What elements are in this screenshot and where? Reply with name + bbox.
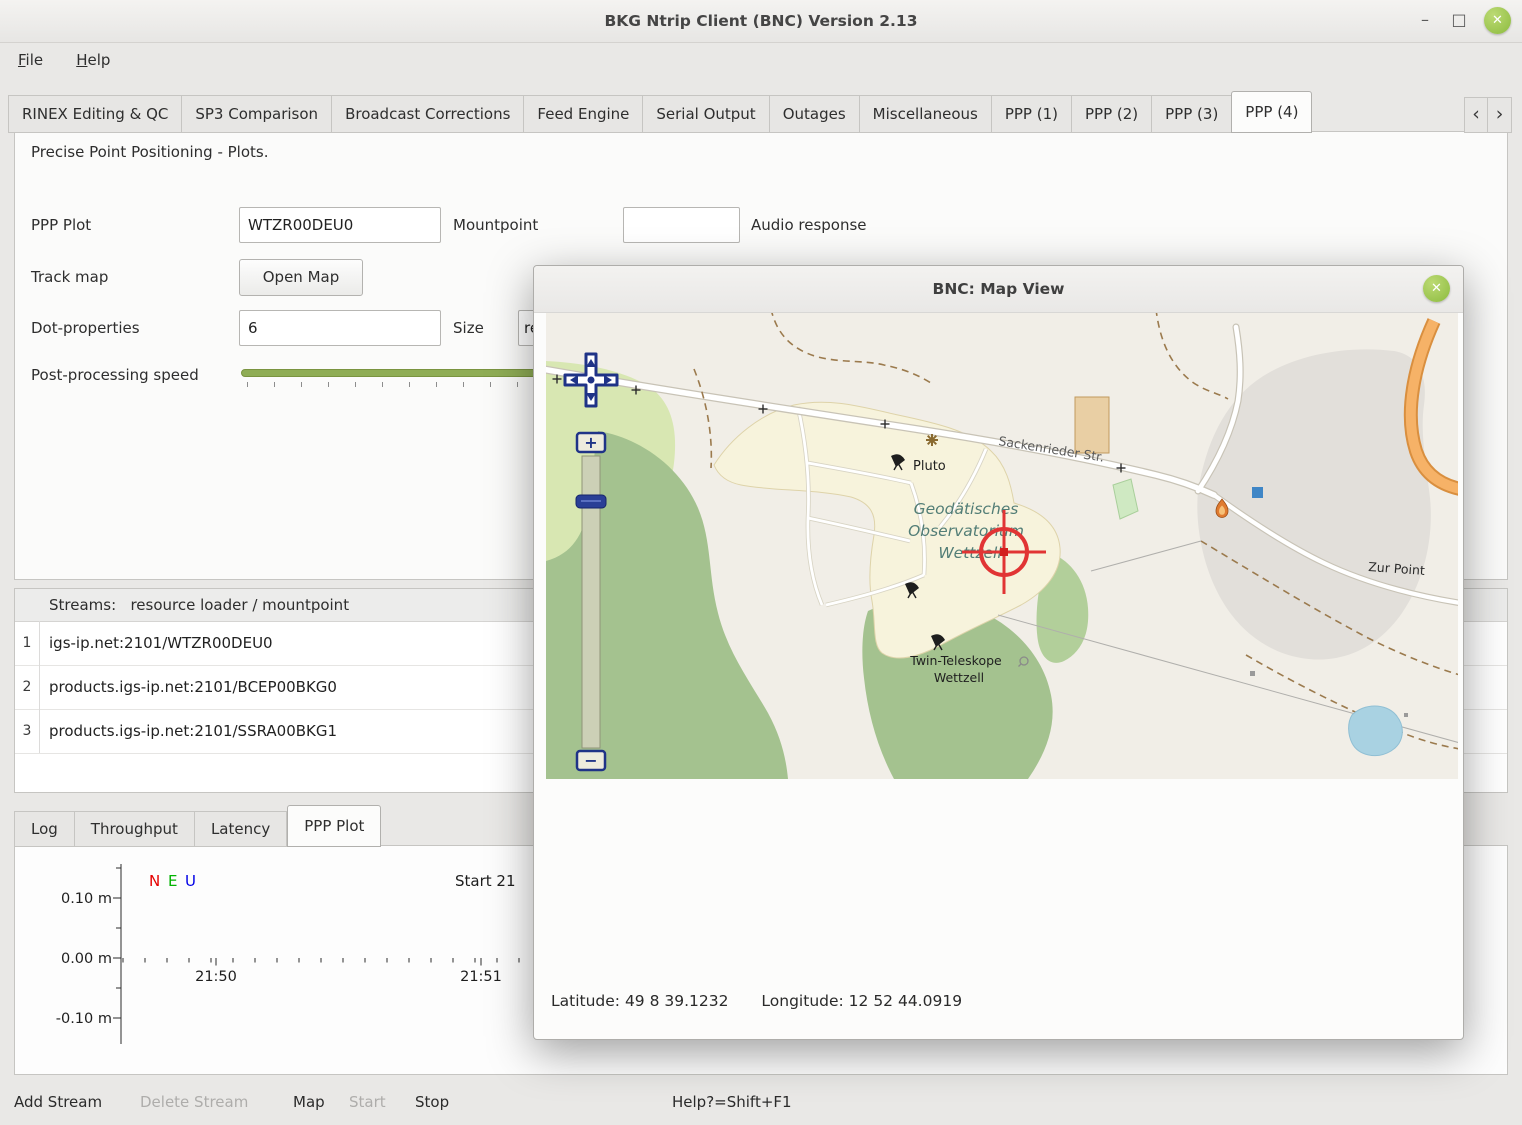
longitude-value: Longitude: 12 52 44.0919 [761,992,962,1010]
menu-item-help[interactable]: Help [62,42,124,78]
bnc-application-window: BKG Ntrip Client (BNC) Version 2.13 – □ … [0,0,1522,1125]
y-tick-label: 0.10 m [61,891,112,907]
y-tick-label: -0.10 m [56,1011,112,1027]
ppp-plot-label: PPP Plot [31,207,91,243]
tab-latency[interactable]: Latency [195,811,287,847]
x-tick-label: 21:51 [460,969,502,985]
mountpoint-label: Mountpoint [453,207,538,243]
stop-button[interactable]: Stop [415,1082,449,1122]
zoom-in-label: + [584,433,597,452]
audio-response-label: Audio response [751,207,867,243]
add-stream-button[interactable]: Add Stream [14,1082,102,1122]
tab-scroll-right[interactable]: › [1488,97,1512,133]
map-button[interactable]: Map [293,1082,325,1122]
legend-n: N [149,872,160,890]
window-titlebar[interactable]: BKG Ntrip Client (BNC) Version 2.13 – □ … [0,0,1522,43]
row-number: 2 [15,665,40,709]
dialog-close-button[interactable]: ✕ [1423,275,1450,302]
window-title: BKG Ntrip Client (BNC) Version 2.13 [0,0,1522,42]
stream-url: products.igs-ip.net:2101/BCEP00BKG0 [49,665,337,709]
menu-item-file[interactable]: File [4,42,57,78]
mountpoint-input[interactable] [623,207,740,243]
map-view-dialog: BNC: Map View ✕ [533,265,1464,1040]
main-tab-bar: RINEX Editing & QC SP3 Comparison Broadc… [8,93,1312,133]
tab-sp3-comparison[interactable]: SP3 Comparison [182,95,332,133]
tab-throughput[interactable]: Throughput [75,811,195,847]
telescope-label: Wettzell [934,670,984,685]
dialog-title: BNC: Map View [534,266,1463,312]
post-processing-speed-label: Post-processing speed [31,357,199,393]
marker-square [1404,713,1408,717]
tab-ppp-2[interactable]: PPP (2) [1072,95,1152,133]
telescope-label: Twin-Teleskope [909,653,1002,668]
tab-ppp-3[interactable]: PPP (3) [1152,95,1232,133]
menu-bar: File Help [0,42,1522,78]
stream-url: products.igs-ip.net:2101/SSRA00BKG1 [49,709,337,753]
tab-serial-output[interactable]: Serial Output [643,95,769,133]
openstreetmap-view[interactable]: Sackenrieder Str. Pluto Geodätisches Obs… [546,313,1458,779]
tab-miscellaneous[interactable]: Miscellaneous [860,95,992,133]
panel-description: Precise Point Positioning - Plots. [31,140,269,164]
tab-ppp-1[interactable]: PPP (1) [992,95,1072,133]
tab-broadcast-corrections[interactable]: Broadcast Corrections [332,95,524,133]
pluto-label: Pluto [913,459,946,474]
map-canvas[interactable]: Sackenrieder Str. Pluto Geodätisches Obs… [546,313,1458,779]
help-hint: Help?=Shift+F1 [672,1082,792,1122]
x-tick-label: 21:50 [195,969,237,985]
log-tab-bar: Log Throughput Latency PPP Plot [14,807,381,847]
dot-properties-label: Dot-properties [31,310,140,346]
dialog-titlebar[interactable]: BNC: Map View ✕ [534,266,1463,313]
start-button: Start [349,1082,386,1122]
tab-rinex-editing[interactable]: RINEX Editing & QC [8,95,182,133]
large-building [1075,397,1109,453]
tab-feed-engine[interactable]: Feed Engine [524,95,643,133]
tab-scroll-buttons: ‹ › [1464,97,1512,133]
dot-properties-input[interactable] [239,310,441,346]
tab-ppp-4[interactable]: PPP (4) [1231,91,1312,133]
zoom-out-label: − [584,751,597,770]
latitude-value: Latitude: 49 8 39.1232 [551,992,728,1010]
ppp-plot-input[interactable] [239,207,441,243]
minimize-button[interactable]: – [1408,0,1442,42]
viewpoint-star-icon [926,434,938,446]
coordinates-readout: Latitude: 49 8 39.1232 Longitude: 12 52 … [551,992,962,1010]
tab-log[interactable]: Log [14,811,75,847]
tab-scroll-left[interactable]: ‹ [1464,97,1488,133]
row-number: 1 [15,621,40,665]
tab-ppp-plot[interactable]: PPP Plot [287,805,381,847]
tab-outages[interactable]: Outages [770,95,860,133]
blue-marker-icon [1252,487,1263,498]
row-number: 3 [15,709,40,753]
stream-url: igs-ip.net:2101/WTZR00DEU0 [49,621,273,665]
start-time-label: Start 21 [455,872,516,890]
track-map-label: Track map [31,259,108,295]
legend-e: E [168,872,177,890]
maximize-button[interactable]: □ [1442,0,1476,42]
open-map-button[interactable]: Open Map [239,259,363,296]
pond [1349,706,1403,756]
close-button[interactable]: ✕ [1484,7,1511,34]
bottom-button-bar: Add Stream Delete Stream Map Start Stop … [14,1082,1508,1122]
delete-stream-button: Delete Stream [140,1082,248,1122]
y-tick-label: 0.00 m [61,951,112,967]
size-label: Size [453,310,484,346]
marker-square [1250,671,1255,676]
legend-u: U [185,872,196,890]
